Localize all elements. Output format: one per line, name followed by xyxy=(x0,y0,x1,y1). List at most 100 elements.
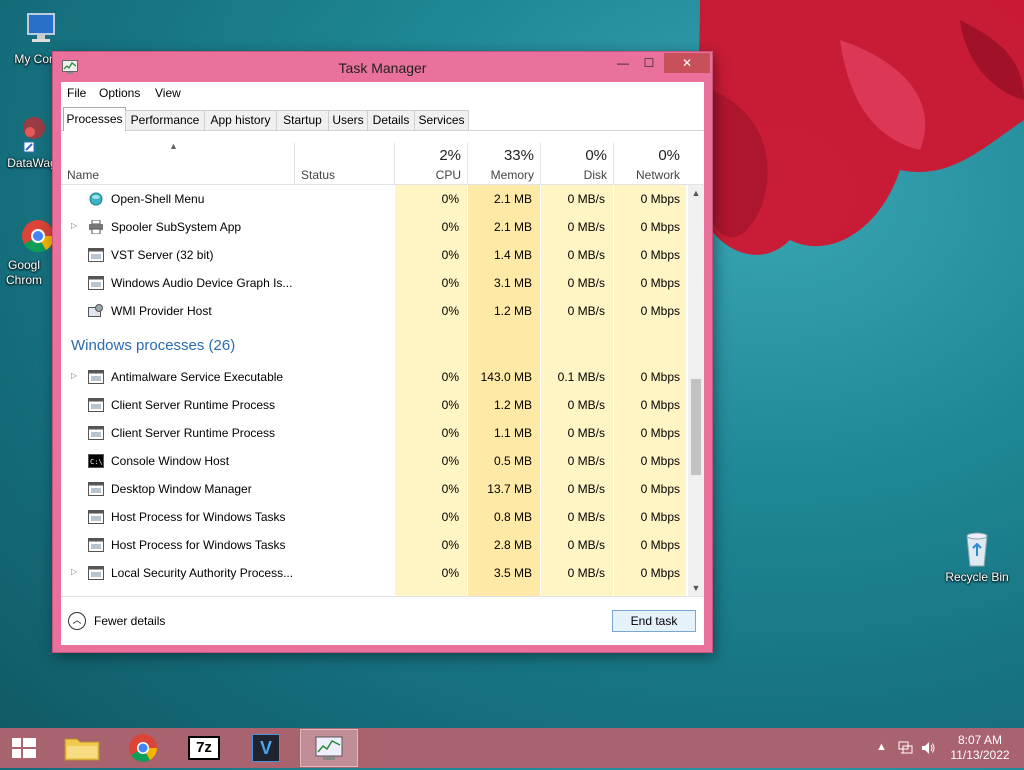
recycle-bin-icon xyxy=(957,528,997,568)
svg-text:C:\: C:\ xyxy=(90,458,103,466)
close-button[interactable]: ✕ xyxy=(664,53,710,73)
clock-time: 8:07 AM xyxy=(957,733,1003,747)
menu-bar: File Options View xyxy=(61,82,704,104)
desktop-icon-label: Recycle Bin xyxy=(945,570,1009,584)
sort-up-icon: ▲ xyxy=(169,141,178,151)
scroll-thumb[interactable] xyxy=(691,379,701,475)
veracrypt-icon: V xyxy=(252,734,280,762)
column-header-network-percent[interactable]: 0% xyxy=(616,147,680,164)
tab-app-history[interactable]: App history xyxy=(204,110,277,130)
title-bar[interactable]: Task Manager — ☐ ✕ xyxy=(53,52,712,82)
expand-arrow-icon[interactable]: ▷ xyxy=(71,567,77,576)
expand-arrow-icon[interactable]: ▷ xyxy=(71,221,77,230)
tab-services[interactable]: Services xyxy=(414,110,469,130)
menu-options[interactable]: Options xyxy=(99,86,140,100)
table-row[interactable]: Host Process for Windows Tasks 0% 2.8 MB 0 … xyxy=(61,531,688,559)
clock-date: 11/13/2022 xyxy=(950,748,1010,762)
process-memory: 0.8 MB xyxy=(493,510,532,524)
process-cpu: 0% xyxy=(441,566,459,580)
system-clock[interactable]: 8:07 AM 11/13/2022 xyxy=(940,733,1020,763)
tab-performance[interactable]: Performance xyxy=(125,110,205,130)
process-name: Spooler SubSystem App xyxy=(111,220,242,234)
desktop-icon-label: Googl Chrom xyxy=(5,258,42,287)
process-name: Antimalware Service Executable xyxy=(111,370,284,384)
column-header-cpu[interactable]: CPU xyxy=(397,168,461,182)
table-row[interactable]: Client Server Runtime Process 0% 1.1 MB 0 M… xyxy=(61,419,688,447)
tab-startup[interactable]: Startup xyxy=(276,110,329,130)
process-memory: 0.5 MB xyxy=(493,454,532,468)
process-cpu: 0% xyxy=(441,248,459,262)
task-manager-window: Task Manager — ☐ ✕ File Options View Pro… xyxy=(53,52,712,652)
process-cpu: 0% xyxy=(441,426,459,440)
group-title: Windows processes (26) xyxy=(71,337,236,354)
app-window-icon xyxy=(88,248,104,262)
table-row[interactable]: VST Server (32 bit) 0% 1.4 MB 0 MB/s 0 Mbps xyxy=(61,241,688,269)
column-header-status[interactable]: Status xyxy=(301,168,335,182)
process-memory: 2.1 MB xyxy=(493,220,532,234)
taskbar-task-manager[interactable] xyxy=(300,729,358,767)
column-header-memory[interactable]: Memory xyxy=(470,168,534,182)
show-hidden-icons-icon[interactable]: ▲ xyxy=(876,741,887,753)
app-window-icon xyxy=(88,398,104,412)
minimize-button[interactable]: — xyxy=(610,53,636,73)
process-memory: 2.8 MB xyxy=(493,538,532,552)
table-row[interactable]: WMI Provider Host 0% 1.2 MB 0 MB/s 0 Mbps xyxy=(61,297,688,325)
app-window-icon xyxy=(88,370,104,384)
column-header-disk-percent[interactable]: 0% xyxy=(543,147,607,164)
table-row[interactable]: Client Server Runtime Process 0% 1.2 MB 0 M… xyxy=(61,391,688,419)
expand-arrow-icon[interactable]: ▷ xyxy=(71,371,77,380)
process-disk: 0.1 MB/s xyxy=(557,370,605,384)
process-disk: 0 MB/s xyxy=(567,510,605,524)
task-manager-icon xyxy=(315,736,343,760)
table-row[interactable]: C:\ Console Window Host 0% 0.5 MB 0 MB/s 0 Mb… xyxy=(61,447,688,475)
table-row[interactable]: Open-Shell Menu 0% 2.1 MB 0 MB/s 0 Mbps xyxy=(61,185,688,213)
column-header-disk[interactable]: Disk xyxy=(543,168,607,182)
process-network: 0 Mbps xyxy=(640,426,680,440)
table-row[interactable]: ▷ Spooler SubSystem App 0% 2.1 MB 0 MB/s 0 Mb… xyxy=(61,213,688,241)
tab-strip: Processes Performance App history Startu… xyxy=(61,104,704,131)
tab-details[interactable]: Details xyxy=(367,110,415,130)
volume-icon[interactable] xyxy=(920,740,936,756)
process-network: 0 Mbps xyxy=(640,454,680,468)
computer-icon xyxy=(20,10,60,50)
table-row[interactable]: ▷ Antimalware Service Executable 0% 143.0 M… xyxy=(61,363,688,391)
scroll-up-arrow-icon[interactable]: ▲ xyxy=(688,185,704,201)
app-window-icon xyxy=(88,566,104,580)
table-row[interactable]: Desktop Window Manager 0% 13.7 MB 0 MB/s 0 M… xyxy=(61,475,688,503)
window-client-area: File Options View Processes Performance … xyxy=(61,82,704,645)
desktop-icon-recycle-bin[interactable]: Recycle Bin xyxy=(942,528,1012,585)
menu-file[interactable]: File xyxy=(67,86,86,100)
process-network: 0 Mbps xyxy=(640,220,680,234)
process-disk: 0 MB/s xyxy=(567,454,605,468)
taskbar-chrome[interactable] xyxy=(114,729,172,767)
menu-view[interactable]: View xyxy=(155,86,181,100)
maximize-button[interactable]: ☐ xyxy=(636,53,662,73)
end-task-button[interactable]: End task xyxy=(612,610,696,632)
tab-users[interactable]: Users xyxy=(328,110,368,130)
vertical-scrollbar[interactable]: ▲ ▼ xyxy=(688,185,704,596)
column-header-name[interactable]: Name xyxy=(67,168,99,182)
taskbar-veracrypt[interactable]: V xyxy=(238,729,296,767)
process-memory: 3.1 MB xyxy=(493,276,532,290)
app-window-icon xyxy=(88,426,104,440)
column-header-cpu-percent[interactable]: 2% xyxy=(397,147,461,164)
process-cpu: 0% xyxy=(441,454,459,468)
process-disk: 0 MB/s xyxy=(567,482,605,496)
process-name: Desktop Window Manager xyxy=(111,482,252,496)
column-header-network[interactable]: Network xyxy=(616,168,680,182)
process-name: Host Process for Windows Tasks xyxy=(111,538,286,552)
taskbar-file-explorer[interactable] xyxy=(53,729,111,767)
app-window-icon xyxy=(88,510,104,524)
table-row[interactable]: Windows Audio Device Graph Is... 0% 3.1 MB… xyxy=(61,269,688,297)
column-header-memory-percent[interactable]: 33% xyxy=(470,147,534,164)
network-icon[interactable] xyxy=(898,740,914,756)
table-row[interactable]: Host Process for Windows Tasks 0% 0.8 MB 0 … xyxy=(61,503,688,531)
process-disk: 0 MB/s xyxy=(567,220,605,234)
start-button[interactable] xyxy=(0,729,48,767)
scroll-down-arrow-icon[interactable]: ▼ xyxy=(688,580,704,596)
taskbar-7zip[interactable]: 7z xyxy=(176,729,234,767)
tab-processes[interactable]: Processes xyxy=(63,107,126,131)
7zip-icon: 7z xyxy=(188,736,220,760)
table-row[interactable]: ▷ Local Security Authority Process... 0% 3.… xyxy=(61,559,688,587)
shell-icon xyxy=(88,192,104,206)
